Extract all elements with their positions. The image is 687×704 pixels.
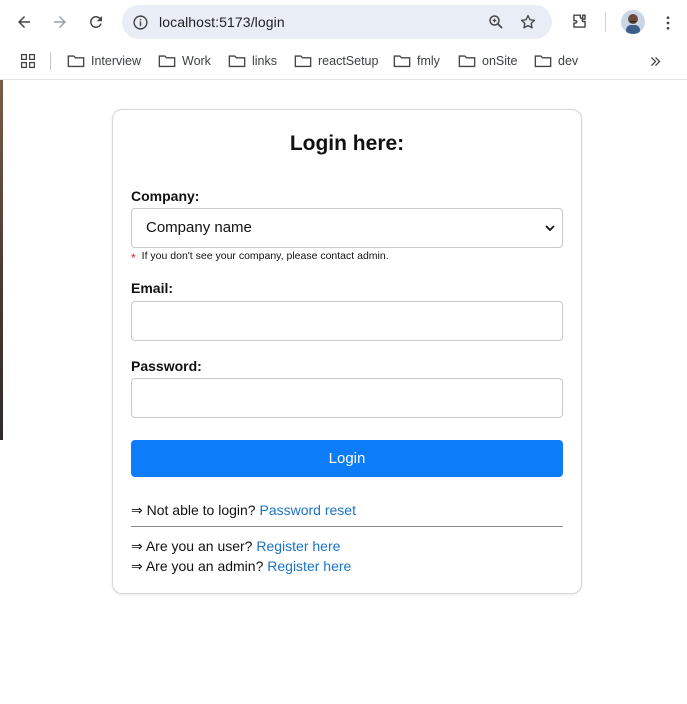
- bookmark-folder-work[interactable]: Work: [158, 50, 211, 72]
- folder-icon: [393, 55, 411, 68]
- user-register-prefix: ⇒ Are you an user?: [131, 538, 253, 554]
- star-icon[interactable]: [518, 12, 538, 32]
- address-bar[interactable]: localhost:5173/login: [122, 5, 552, 39]
- required-asterisk: *: [131, 251, 136, 265]
- back-button[interactable]: [10, 8, 38, 36]
- bookmark-folder-onsite[interactable]: onSite: [458, 50, 517, 72]
- bookmark-label: Work: [182, 54, 211, 68]
- company-hint: * If you don't see your company, please …: [131, 250, 389, 265]
- password-reset-line: ⇒ Not able to login? Password reset: [131, 502, 356, 519]
- admin-register-link[interactable]: Register here: [267, 558, 351, 574]
- user-register-link[interactable]: Register here: [256, 538, 340, 554]
- bookmark-folder-fmly[interactable]: fmly: [393, 50, 440, 72]
- kebab-icon[interactable]: [660, 12, 676, 34]
- folder-icon: [458, 55, 476, 68]
- reload-button[interactable]: [82, 8, 110, 36]
- avatar[interactable]: [621, 10, 645, 34]
- reload-icon: [89, 15, 102, 28]
- password-field[interactable]: [131, 378, 563, 418]
- bookmark-folder-reactsetup[interactable]: reactSetup: [294, 50, 378, 72]
- zoom-icon[interactable]: [486, 12, 506, 32]
- url-text[interactable]: localhost:5173/login: [159, 14, 285, 30]
- divider: [131, 526, 563, 527]
- bookmarks-overflow-icon[interactable]: [646, 52, 664, 70]
- bookmark-label: onSite: [482, 54, 518, 68]
- toolbar-divider: [605, 12, 606, 32]
- company-hint-text: If you don't see your company, please co…: [141, 250, 389, 262]
- bookmark-label: reactSetup: [318, 54, 379, 68]
- admin-register-prefix: ⇒ Are you an admin?: [131, 558, 264, 574]
- password-reset-link[interactable]: Password reset: [259, 502, 355, 518]
- puzzle-icon[interactable]: [568, 10, 590, 32]
- bookmark-label: fmly: [417, 54, 440, 68]
- chevron-down-icon: [545, 225, 555, 232]
- browser-toolbar: localhost:5173/login: [0, 0, 687, 44]
- company-selected-value: Company name: [146, 219, 252, 236]
- folder-icon: [228, 55, 246, 68]
- arrow-right-icon: [54, 16, 66, 28]
- bookmark-label: links: [252, 54, 278, 68]
- company-label: Company:: [131, 188, 200, 204]
- password-label: Password:: [131, 358, 202, 374]
- email-label: Email:: [131, 280, 174, 296]
- page-title: Login here:: [289, 132, 405, 155]
- bookmarks-bar: Interview Work links reactSetup fmly onS…: [0, 44, 687, 80]
- info-icon[interactable]: [130, 12, 150, 32]
- bookmarks-separator: [50, 52, 51, 70]
- background-edge: [0, 80, 3, 440]
- company-select[interactable]: Company name: [131, 208, 563, 248]
- bookmark-folder-interview[interactable]: Interview: [67, 50, 141, 72]
- user-register-line: ⇒ Are you an user? Register here: [131, 538, 340, 555]
- bookmark-folder-links[interactable]: links: [228, 50, 277, 72]
- email-field[interactable]: [131, 301, 563, 341]
- forward-button[interactable]: [46, 8, 74, 36]
- password-reset-prefix: ⇒ Not able to login?: [131, 502, 256, 518]
- folder-icon: [158, 55, 176, 68]
- apps-grid-icon[interactable]: [18, 51, 38, 71]
- bookmark-label: dev: [558, 54, 579, 68]
- arrow-left-icon: [18, 16, 30, 28]
- login-button[interactable]: Login: [131, 440, 563, 477]
- bookmark-label: Interview: [91, 54, 142, 68]
- admin-register-line: ⇒ Are you an admin? Register here: [131, 558, 351, 575]
- login-card: Login here: Company: Company name * If y…: [112, 109, 582, 594]
- folder-icon: [534, 55, 552, 68]
- bookmark-folder-dev[interactable]: dev: [534, 50, 578, 72]
- folder-icon: [67, 55, 85, 68]
- folder-icon: [294, 55, 312, 68]
